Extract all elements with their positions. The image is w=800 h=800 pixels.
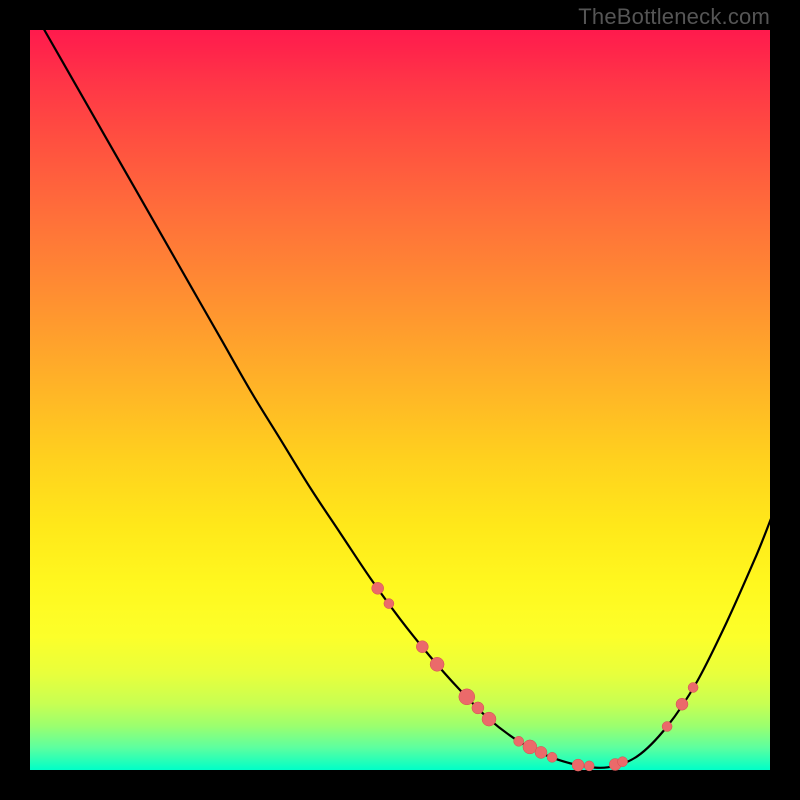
highlight-dot [482, 712, 496, 726]
highlight-dot [535, 746, 547, 758]
highlight-dots-group [372, 582, 698, 771]
highlight-dot [372, 582, 384, 594]
highlight-dot [472, 702, 484, 714]
highlight-dot [547, 752, 557, 762]
highlight-dot [676, 698, 688, 710]
bottleneck-curve-path [44, 29, 771, 768]
chart-svg [29, 29, 771, 771]
highlight-dot [688, 683, 698, 693]
highlight-dot [430, 657, 444, 671]
highlight-dot [514, 736, 524, 746]
watermark-text: TheBottleneck.com [578, 4, 770, 30]
highlight-dot [662, 722, 672, 732]
highlight-dot [459, 689, 475, 705]
highlight-dot [416, 641, 428, 653]
highlight-dot [384, 599, 394, 609]
highlight-dot [572, 759, 584, 771]
highlight-dot [584, 761, 594, 771]
highlight-dot [618, 757, 628, 767]
